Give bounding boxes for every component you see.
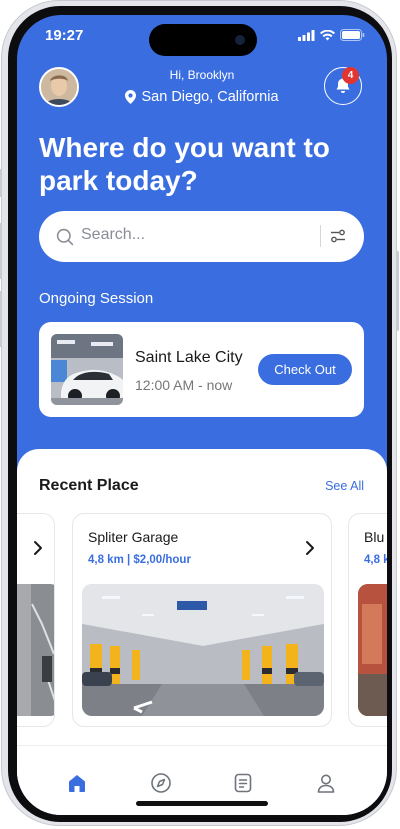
search-bar[interactable]: Search... — [39, 211, 364, 262]
compass-icon — [151, 773, 171, 793]
nav-home[interactable] — [66, 772, 88, 794]
search-input[interactable]: Search... — [81, 226, 145, 244]
volume-down-button — [0, 291, 2, 347]
session-place-name: Saint Lake City — [135, 349, 243, 366]
profile-icon — [317, 774, 335, 793]
check-out-button[interactable]: Check Out — [258, 354, 352, 385]
status-bar: 19:27 — [17, 27, 387, 49]
session-time: 12:00 AM - now — [135, 377, 233, 393]
search-divider — [320, 225, 321, 247]
home-icon — [69, 775, 85, 792]
status-icons — [298, 29, 365, 41]
place-card-spliter-garage[interactable]: Spliter Garage 4,8 km | $2,00/hour — [72, 513, 332, 727]
see-all-link[interactable]: See All — [325, 479, 364, 493]
place-distance-price: 4,8 k — [364, 554, 387, 566]
power-button — [396, 251, 399, 331]
place-card-previous-image — [17, 584, 54, 716]
cellular-signal-icon — [298, 29, 315, 41]
place-card-next[interactable]: Blu 4,8 k — [348, 513, 387, 727]
mute-switch — [0, 169, 2, 197]
garage-image — [82, 584, 324, 716]
recent-place-title: Recent Place — [39, 477, 139, 494]
ongoing-session-title: Ongoing Session — [39, 290, 154, 307]
session-car-image — [51, 334, 123, 405]
place-card-previous[interactable] — [17, 513, 55, 727]
filter-icon[interactable] — [330, 228, 346, 244]
volume-up-button — [0, 223, 2, 279]
status-time: 19:27 — [45, 27, 84, 44]
search-icon — [56, 228, 74, 246]
chevron-right-icon[interactable] — [305, 540, 315, 556]
place-card-next-image — [358, 584, 387, 716]
nav-profile[interactable] — [315, 772, 337, 794]
app-screen: 19:27 Hi, Brooklyn San Diego, California — [17, 15, 387, 815]
home-indicator[interactable] — [136, 801, 268, 806]
location-text: San Diego, California — [141, 89, 279, 105]
nav-explore[interactable] — [150, 772, 172, 794]
page-headline: Where do you want to park today? — [39, 132, 330, 196]
phone-frame: 19:27 Hi, Brooklyn San Diego, California — [0, 0, 399, 826]
place-distance-price: 4,8 km | $2,00/hour — [88, 554, 191, 566]
wifi-icon — [320, 29, 335, 40]
chevron-right-icon — [34, 541, 42, 555]
nav-bookings[interactable] — [232, 772, 254, 794]
place-name: Spliter Garage — [88, 529, 179, 545]
ongoing-session-card[interactable]: Saint Lake City 12:00 AM - now Check Out — [39, 322, 364, 417]
document-icon — [234, 773, 252, 793]
place-name: Blu — [364, 529, 385, 545]
battery-icon — [340, 29, 365, 41]
location-pin-icon — [125, 90, 137, 104]
notification-badge: 4 — [342, 67, 359, 84]
